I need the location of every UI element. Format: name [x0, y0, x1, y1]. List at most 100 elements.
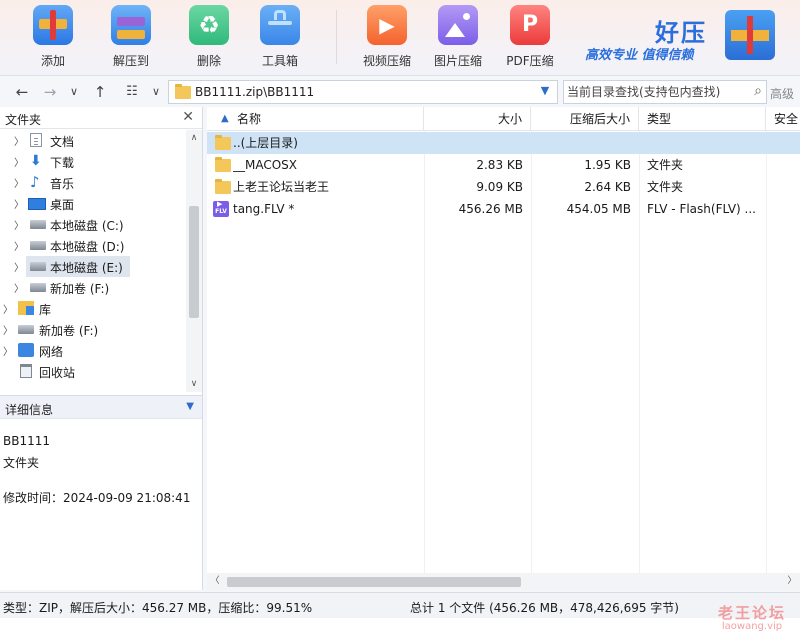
- address-dropdown-icon[interactable]: ▼: [537, 84, 553, 97]
- search-box: ⌕: [563, 80, 767, 104]
- column-header-packed-size[interactable]: 压缩后大小: [531, 107, 639, 131]
- tree-item-volume-f-root[interactable]: 〉 新加卷 (F:): [0, 319, 186, 340]
- tree-item-drive-d[interactable]: 〉 本地磁盘 (D:): [0, 235, 186, 256]
- view-mode-dropdown-icon[interactable]: ∨: [146, 81, 166, 103]
- detail-type: 文件夹: [3, 456, 40, 470]
- tree-item-desktop[interactable]: 〉 桌面: [0, 193, 186, 214]
- main-toolbar: 添加 解压到 删除 工具箱 视频压缩 图片压缩 PDF压缩 好压 高效专业 值得…: [0, 0, 800, 76]
- detail-panel-header[interactable]: 详细信息 ▼: [0, 395, 202, 419]
- toolbox-icon: [260, 5, 300, 45]
- delete-button[interactable]: 删除: [174, 0, 244, 74]
- advanced-search-link[interactable]: 高级: [770, 85, 794, 102]
- tree-item-label: 库: [39, 303, 52, 317]
- file-list-horizontal-scrollbar[interactable]: 〈 〉: [207, 573, 800, 590]
- file-total-status: 总计 1 个文件 (456.26 MB，478,426,695 字节): [410, 601, 679, 615]
- up-arrow-icon[interactable]: ↑: [90, 81, 110, 103]
- toolbox-button[interactable]: 工具箱: [245, 0, 315, 74]
- table-row[interactable]: __MACOSX 2.83 KB 1.95 KB 文件夹: [207, 154, 800, 176]
- pdf-compress-icon: [510, 5, 550, 45]
- image-compress-button[interactable]: 图片压缩: [423, 0, 493, 74]
- chevron-right-icon[interactable]: 〉: [14, 238, 24, 253]
- toolbar-divider: [336, 10, 337, 64]
- brand-title: 好压: [655, 19, 707, 47]
- tree-item-label: 本地磁盘 (C:): [50, 219, 124, 233]
- tree-item-label: 下载: [50, 156, 75, 170]
- column-header-type[interactable]: 类型: [639, 107, 766, 131]
- tree-item-network[interactable]: 〉 网络: [0, 340, 186, 361]
- file-name: ..(上层目录): [233, 136, 298, 150]
- scroll-right-icon[interactable]: 〉: [784, 573, 800, 590]
- scroll-up-icon[interactable]: ∧: [186, 130, 202, 146]
- chevron-right-icon[interactable]: 〉: [3, 322, 13, 337]
- video-compress-button[interactable]: 视频压缩: [352, 0, 422, 74]
- back-arrow-icon[interactable]: ←: [12, 81, 32, 103]
- search-input[interactable]: [567, 83, 743, 101]
- folder-panel-header: 文件夹 ✕: [0, 107, 202, 129]
- tree-item-drive-c[interactable]: 〉 本地磁盘 (C:): [0, 214, 186, 235]
- extract-icon: [111, 5, 151, 45]
- scrollbar-thumb[interactable]: [189, 206, 199, 318]
- scroll-down-icon[interactable]: ∨: [186, 376, 202, 392]
- tree-item-recycle-bin[interactable]: 回收站: [0, 361, 186, 382]
- table-row[interactable]: FLV tang.FLV * 456.26 MB 454.05 MB FLV -…: [207, 193, 800, 220]
- tree-item-downloads[interactable]: 〉 ⬇ 下载: [0, 151, 186, 172]
- video-compress-button-label: 视频压缩: [362, 54, 411, 68]
- drive-icon: [30, 283, 46, 292]
- chevron-right-icon[interactable]: 〉: [14, 154, 24, 169]
- haozip-logo-icon: [725, 10, 775, 60]
- watermark-line-1: 老王论坛: [718, 604, 787, 622]
- chevron-right-icon[interactable]: 〉: [14, 259, 24, 274]
- scrollbar-thumb[interactable]: [227, 577, 521, 587]
- close-icon[interactable]: ✕: [182, 109, 194, 125]
- collapse-triangle-icon[interactable]: ▼: [186, 401, 194, 412]
- status-bar: 类型：ZIP，解压后大小：456.27 MB，压缩比：99.51% 总计 1 个…: [0, 592, 800, 618]
- chevron-right-icon[interactable]: 〉: [14, 217, 24, 232]
- file-packed-size: 2.64 KB: [584, 180, 631, 194]
- download-icon: ⬇: [30, 153, 42, 169]
- forward-arrow-icon[interactable]: →: [40, 81, 60, 103]
- pdf-compress-button[interactable]: PDF压缩: [495, 0, 565, 74]
- flv-file-icon: FLV: [213, 193, 229, 217]
- extract-to-button[interactable]: 解压到: [96, 0, 166, 74]
- tree-item-music[interactable]: 〉 ♪ 音乐: [0, 172, 186, 193]
- tree-item-volume-f[interactable]: 〉 新加卷 (F:): [0, 277, 186, 298]
- tree-item-drive-e[interactable]: 本地磁盘 (E:): [26, 256, 130, 277]
- detail-panel-title: 详细信息: [5, 403, 54, 417]
- table-row-parent-dir[interactable]: ..(上层目录): [207, 132, 800, 154]
- column-header-name[interactable]: ▲ 名称: [207, 107, 424, 131]
- tree-item-label: 新加卷 (F:): [39, 324, 99, 338]
- chevron-right-icon[interactable]: 〉: [14, 280, 24, 295]
- tree-item-documents[interactable]: 〉 文档: [0, 130, 186, 151]
- column-header-security[interactable]: 安全: [766, 107, 800, 131]
- chevron-right-icon[interactable]: 〉: [14, 175, 24, 190]
- file-packed-size: 454.05 MB: [566, 202, 631, 216]
- tree-item-label: 回收站: [39, 366, 76, 380]
- chevron-right-icon[interactable]: 〉: [3, 343, 13, 358]
- add-button[interactable]: 添加: [18, 0, 88, 74]
- folder-tree-scrollbar[interactable]: ∧ ∨: [186, 130, 202, 392]
- navigation-bar: ← → ∨ ↑ ☷ ∨ BB1111.zip\BB1111 ▼ ⌕ 高级: [0, 78, 800, 106]
- library-icon: [18, 301, 34, 315]
- tree-item-label: 文档: [50, 135, 75, 149]
- drive-icon: [30, 262, 46, 271]
- toolbox-button-label: 工具箱: [261, 54, 298, 68]
- chevron-right-icon[interactable]: 〉: [14, 196, 24, 211]
- chevron-right-icon[interactable]: 〉: [14, 133, 24, 148]
- view-mode-icon[interactable]: ☷: [122, 81, 142, 103]
- watermark-line-2: laowang.vip: [721, 621, 783, 632]
- address-path: BB1111.zip\BB1111: [195, 85, 315, 99]
- brand-logo-area: 好压 高效专业 值得信赖: [585, 8, 795, 68]
- file-type: 文件夹: [647, 180, 684, 194]
- file-type: FLV - Flash(FLV) ...: [647, 202, 756, 216]
- music-icon: ♪: [30, 173, 40, 191]
- table-row[interactable]: 上老王论坛当老王 9.09 KB 2.64 KB 文件夹: [207, 176, 800, 198]
- tree-item-library[interactable]: 〉 库: [0, 298, 186, 319]
- delete-button-label: 删除: [196, 54, 221, 68]
- address-bar[interactable]: BB1111.zip\BB1111 ▼: [168, 80, 558, 104]
- history-dropdown-icon[interactable]: ∨: [64, 81, 84, 103]
- chevron-right-icon[interactable]: 〉: [3, 301, 13, 316]
- file-name: tang.FLV *: [233, 202, 295, 216]
- column-header-size[interactable]: 大小: [424, 107, 531, 131]
- search-icon[interactable]: ⌕: [754, 83, 762, 99]
- scroll-left-icon[interactable]: 〈: [207, 573, 223, 590]
